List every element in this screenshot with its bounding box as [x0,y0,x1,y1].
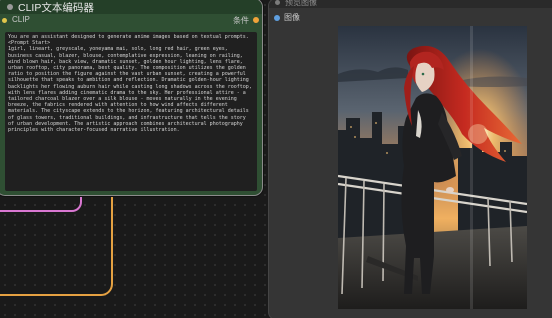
clip-input-label: CLIP [12,15,30,24]
preview-node-title: 预览图像 [285,0,317,7]
prompt-text: You are an assistant designed to generat… [8,34,252,134]
image-input-label: 图像 [284,13,300,22]
clip-wire [0,194,82,212]
clip-node-ports: CLIP 条件 [0,14,262,26]
clip-input-port-icon[interactable] [2,18,7,23]
clip-node-title: CLIP文本编码器 [18,2,94,14]
conditioning-output-port-icon[interactable] [253,17,259,23]
node-collapse-dot-icon[interactable] [275,0,280,5]
clip-text-encoder-node[interactable]: CLIP文本编码器 CLIP 条件 You are an assistant d… [0,0,263,196]
anime-girl-rooftop-sunset-image [338,26,527,309]
image-input-port-icon[interactable] [274,15,280,21]
prompt-textarea[interactable]: You are an assistant designed to generat… [5,32,257,191]
workflow-canvas[interactable]: CLIP文本编码器 CLIP 条件 You are an assistant d… [0,0,552,318]
preview-node-header[interactable]: 预览图像 [269,0,552,8]
node-collapse-dot-icon[interactable] [7,4,13,10]
clip-node-header[interactable]: CLIP文本编码器 [0,0,262,14]
conditioning-output-label: 条件 [233,16,249,25]
preview-image-node[interactable]: 预览图像 图像 [268,0,552,318]
